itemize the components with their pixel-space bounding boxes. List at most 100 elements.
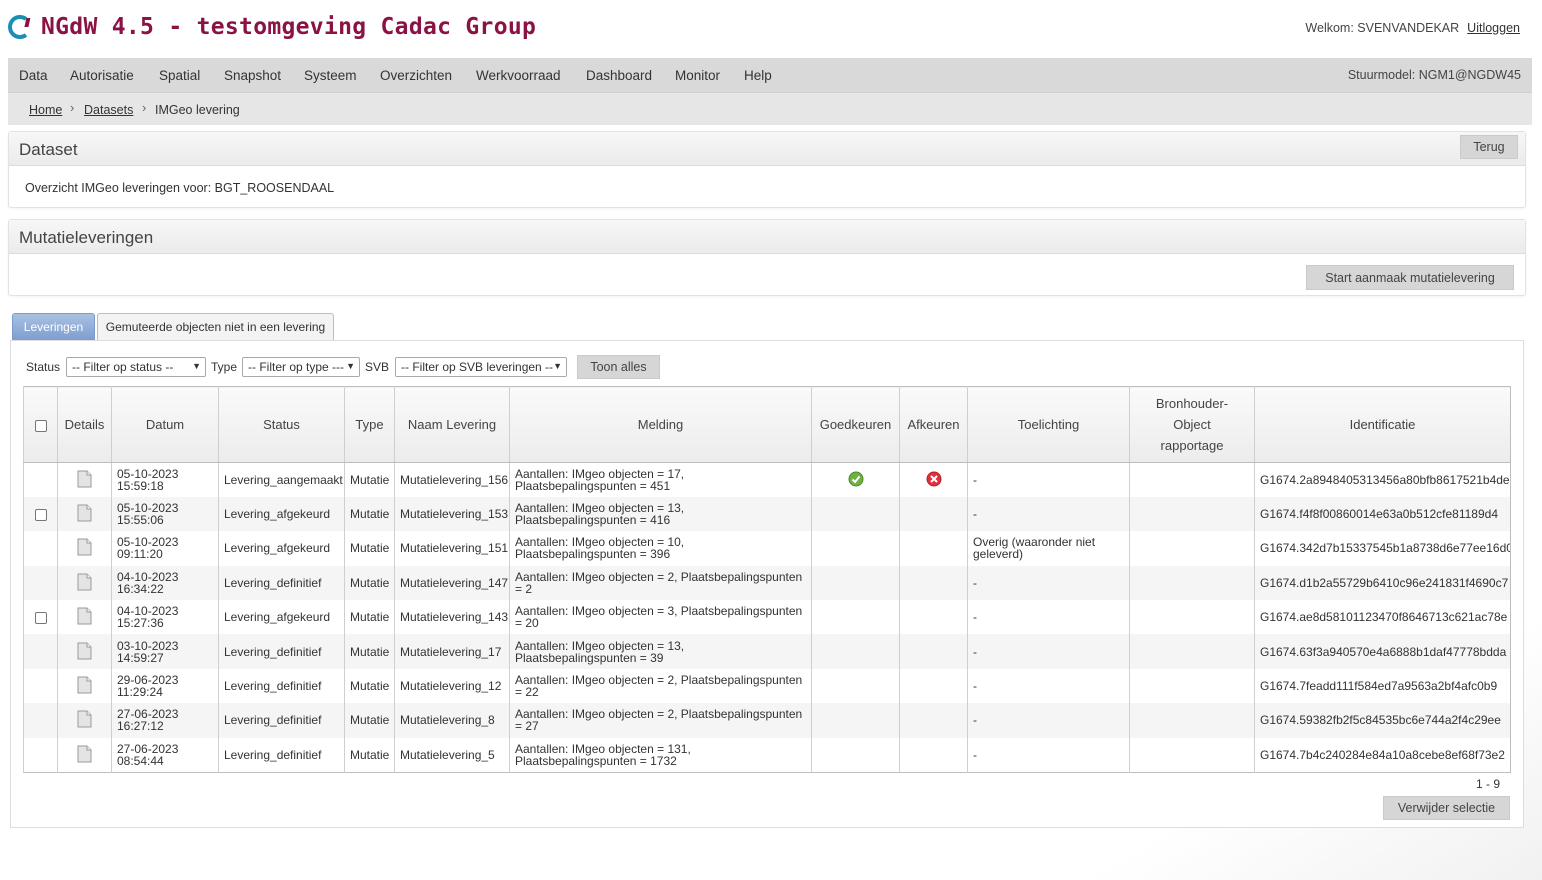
document-icon[interactable] xyxy=(77,504,92,524)
document-icon[interactable] xyxy=(77,676,92,696)
header-type[interactable]: Type xyxy=(344,386,395,463)
breadcrumb-datasets[interactable]: Datasets xyxy=(84,103,133,117)
delete-selection-button[interactable]: Verwijder selectie xyxy=(1383,796,1510,820)
toelichting-cell: - xyxy=(967,703,1130,738)
menu-item-overzichten[interactable]: Overzichten xyxy=(380,68,452,83)
status-cell: Levering_definitief xyxy=(218,565,345,601)
status-cell: Levering_aangemaakt xyxy=(218,462,345,497)
breadcrumb-home[interactable]: Home xyxy=(29,103,62,117)
bronhouder-cell xyxy=(1129,668,1255,704)
type-filter-select[interactable]: -- Filter op type --- ▼ xyxy=(242,357,360,377)
toelichting-cell: - xyxy=(967,462,1130,497)
header-datum[interactable]: Datum xyxy=(111,386,219,463)
menu-item-help[interactable]: Help xyxy=(744,68,772,83)
dataset-panel: Dataset Terug Overzicht IMGeo leveringen… xyxy=(8,131,1526,208)
row-select-checkbox[interactable] xyxy=(34,508,47,521)
goedkeuren-cell xyxy=(811,531,900,566)
datum-cell: 04-10-2023 15:27:36 xyxy=(111,600,219,635)
table-row: 27-06-2023 16:27:12 Levering_definitief Mut… xyxy=(23,703,1511,738)
document-icon[interactable] xyxy=(77,573,92,593)
type-cell: Mutatie xyxy=(344,462,395,497)
datum-cell: 03-10-2023 14:59:27 xyxy=(111,634,219,669)
afkeuren-cell xyxy=(899,496,968,532)
menu-item-monitor[interactable]: Monitor xyxy=(675,68,720,83)
table-row: 27-06-2023 08:54:44 Levering_definitief Mut… xyxy=(23,737,1511,773)
back-button[interactable]: Terug xyxy=(1460,135,1518,159)
status-filter-select[interactable]: -- Filter op status -- ▼ xyxy=(66,357,206,377)
chevron-down-icon: ▼ xyxy=(192,361,201,371)
tab-gemuteerde-objecten[interactable]: Gemuteerde objecten niet in een levering xyxy=(97,313,334,341)
show-all-button[interactable]: Toon alles xyxy=(577,355,660,379)
datum-time: 08:54:44 xyxy=(117,753,164,768)
status-cell: Levering_afgekeurd xyxy=(218,600,345,635)
menu-item-dashboard[interactable]: Dashboard xyxy=(586,68,652,83)
identificatie-cell: G1674.2a8948405313456a80bfb8617521b4de xyxy=(1254,462,1511,497)
approve-icon[interactable] xyxy=(848,471,864,490)
svb-filter-select[interactable]: -- Filter op SVB leveringen -- ▼ xyxy=(395,357,567,377)
goedkeuren-cell xyxy=(811,668,900,704)
menu-item-data[interactable]: Data xyxy=(19,68,48,83)
melding-cell: Aantallen: IMgeo objecten = 2, Plaatsbep… xyxy=(509,565,812,601)
afkeuren-cell xyxy=(899,668,968,704)
goedkeuren-cell xyxy=(811,703,900,738)
document-icon[interactable] xyxy=(77,607,92,627)
breadcrumb: Home › Datasets › IMGeo levering xyxy=(8,93,1532,125)
bronhouder-cell xyxy=(1129,565,1255,601)
table-row: 05-10-2023 09:11:20 Levering_afgekeurd Muta… xyxy=(23,531,1511,566)
type-cell: Mutatie xyxy=(344,496,395,532)
details-cell xyxy=(57,600,112,635)
menu-item-autorisatie[interactable]: Autorisatie xyxy=(70,68,134,83)
header-toelichting: Toelichting xyxy=(967,386,1130,463)
afkeuren-cell xyxy=(899,634,968,669)
row-select-cell xyxy=(23,703,58,738)
datum-cell: 27-06-2023 16:27:12 xyxy=(111,703,219,738)
type-cell: Mutatie xyxy=(344,703,395,738)
melding-cell: Aantallen: IMgeo objecten = 3, Plaatsbep… xyxy=(509,600,812,635)
header-afkeuren: Afkeuren xyxy=(899,386,968,463)
bronhouder-cell xyxy=(1129,462,1255,497)
status-filter-value: -- Filter op status -- xyxy=(72,360,174,374)
type-filter-value: -- Filter op type --- xyxy=(248,360,345,374)
reject-icon[interactable] xyxy=(926,471,942,490)
document-icon[interactable] xyxy=(77,710,92,730)
afkeuren-cell xyxy=(899,565,968,601)
status-cell: Levering_definitief xyxy=(218,737,345,773)
menu-item-werkvoorraad[interactable]: Werkvoorraad xyxy=(476,68,561,83)
melding-cell: Aantallen: IMgeo objecten = 2, Plaatsbep… xyxy=(509,703,812,738)
start-mutatielevering-button[interactable]: Start aanmaak mutatielevering xyxy=(1306,265,1514,290)
afkeuren-cell xyxy=(899,600,968,635)
page: NGdW 4.5 - testomgeving Cadac Group Welk… xyxy=(0,0,1542,880)
document-icon[interactable] xyxy=(77,470,92,490)
tab-leveringen[interactable]: Leveringen xyxy=(12,313,95,341)
status-cell: Levering_afgekeurd xyxy=(218,531,345,566)
bronhouder-cell xyxy=(1129,531,1255,566)
table-row: 04-10-2023 15:27:36 Levering_afgekeurd Muta… xyxy=(23,600,1511,635)
logout-link[interactable]: Uitloggen xyxy=(1467,21,1520,35)
dataset-overview-text: Overzicht IMGeo leveringen voor: BGT_ROO… xyxy=(25,181,335,195)
row-select-checkbox[interactable] xyxy=(34,611,47,624)
menu-item-systeem[interactable]: Systeem xyxy=(304,68,357,83)
bronhouder-cell xyxy=(1129,703,1255,738)
toelichting-cell: - xyxy=(967,496,1130,532)
identificatie-cell: G1674.63f3a940570e4a6888b1daf47778bdda xyxy=(1254,634,1511,669)
document-icon[interactable] xyxy=(77,642,92,662)
naam-cell: Mutatielevering_17 xyxy=(394,634,510,669)
header-identificatie[interactable]: Identificatie xyxy=(1254,386,1511,463)
afkeuren-cell xyxy=(899,703,968,738)
header-naam-levering[interactable]: Naam Levering xyxy=(394,386,510,463)
row-select-cell xyxy=(23,496,58,532)
menu-item-snapshot[interactable]: Snapshot xyxy=(224,68,281,83)
details-cell xyxy=(57,531,112,566)
table-row: 29-06-2023 11:29:24 Levering_definitief Mut… xyxy=(23,668,1511,704)
melding-cell: Aantallen: IMgeo objecten = 17, Plaatsbe… xyxy=(509,462,812,497)
document-icon[interactable] xyxy=(77,745,92,765)
type-cell: Mutatie xyxy=(344,634,395,669)
naam-cell: Mutatielevering_143 xyxy=(394,600,510,635)
goedkeuren-cell xyxy=(811,600,900,635)
header-status[interactable]: Status xyxy=(218,386,345,463)
menu-item-spatial[interactable]: Spatial xyxy=(159,68,200,83)
datum-cell: 27-06-2023 08:54:44 xyxy=(111,737,219,773)
app-title: NGdW 4.5 - testomgeving Cadac Group xyxy=(41,14,537,40)
select-all-checkbox[interactable] xyxy=(34,419,47,432)
document-icon[interactable] xyxy=(77,538,92,558)
